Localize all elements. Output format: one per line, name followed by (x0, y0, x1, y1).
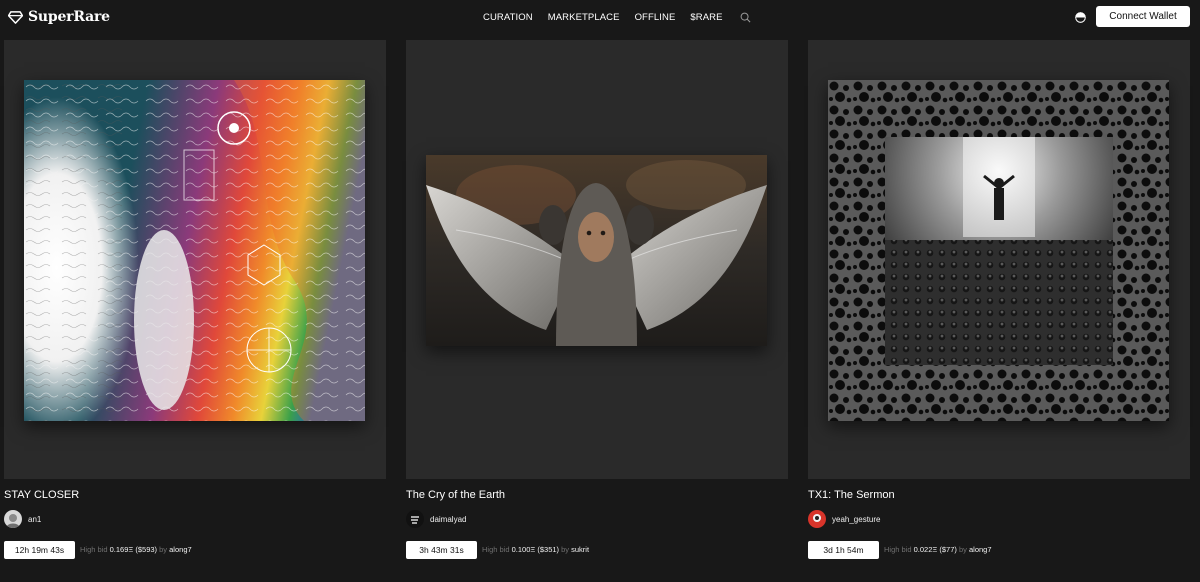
artwork-image-cry-of-the-earth[interactable] (426, 155, 767, 346)
artwork-stay-closer-graphic (24, 80, 365, 421)
nav-offline[interactable]: OFFLINE (635, 12, 676, 23)
high-bid-amount: 0.100Ξ ($351) (511, 545, 560, 554)
by-label: by (958, 545, 967, 554)
high-bid-amount: 0.022Ξ ($77) (913, 545, 957, 554)
artist-name: yeah_gesture (832, 514, 881, 524)
bidder-name[interactable]: along7 (169, 545, 192, 554)
artist-avatar (4, 510, 22, 528)
artist-link[interactable]: yeah_gesture (808, 510, 880, 528)
nav-rare[interactable]: $RARE (690, 12, 722, 23)
auction-timer[interactable]: 3h 43m 31s (406, 541, 477, 559)
artwork-cry-of-the-earth-graphic (426, 155, 767, 346)
artist-link[interactable]: daimalyad (406, 510, 466, 528)
artwork-the-sermon-graphic (828, 80, 1169, 421)
bidder-name[interactable]: sukrit (571, 545, 589, 554)
search-icon[interactable] (740, 12, 751, 23)
superrare-logo[interactable]: SuperRare (8, 9, 110, 25)
card-title[interactable]: STAY CLOSER (4, 489, 79, 501)
artist-avatar (808, 510, 826, 528)
high-bid-label: High bid (482, 545, 510, 554)
top-nav-bar: SuperRare CURATION MARKETPLACE OFFLINE $… (0, 0, 1200, 36)
high-bid-info: High bid 0.022Ξ ($77) by along7 (884, 545, 992, 554)
theme-toggle-icon[interactable] (1075, 12, 1086, 23)
nav-curation[interactable]: CURATION (483, 12, 533, 23)
artwork-panel (4, 40, 386, 479)
auction-timer[interactable]: 3d 1h 54m (808, 541, 879, 559)
card-title[interactable]: The Cry of the Earth (406, 489, 505, 501)
artist-avatar (406, 510, 424, 528)
artist-name: an1 (28, 514, 42, 524)
high-bid-info: High bid 0.169Ξ ($593) by along7 (80, 545, 192, 554)
nav-marketplace[interactable]: MARKETPLACE (548, 12, 620, 23)
logo-text: SuperRare (28, 9, 110, 25)
by-label: by (159, 545, 168, 554)
artwork-panel (406, 40, 788, 479)
high-bid-label: High bid (80, 545, 108, 554)
by-label: by (561, 545, 570, 554)
high-bid-label: High bid (884, 545, 912, 554)
bidder-name[interactable]: along7 (969, 545, 992, 554)
high-bid-info: High bid 0.100Ξ ($351) by sukrit (482, 545, 589, 554)
artwork-panel (808, 40, 1190, 479)
artist-link[interactable]: an1 (4, 510, 41, 528)
main-nav: CURATION MARKETPLACE OFFLINE $RARE (483, 12, 751, 23)
superrare-diamond-icon (8, 10, 23, 24)
high-bid-amount: 0.169Ξ ($593) (109, 545, 158, 554)
card-title[interactable]: TX1: The Sermon (808, 489, 895, 501)
connect-wallet-button[interactable]: Connect Wallet (1096, 6, 1190, 27)
artist-name: daimalyad (430, 514, 467, 524)
artwork-image-the-sermon[interactable] (828, 80, 1169, 421)
artwork-image-stay-closer[interactable] (24, 80, 365, 421)
auction-timer[interactable]: 12h 19m 43s (4, 541, 75, 559)
